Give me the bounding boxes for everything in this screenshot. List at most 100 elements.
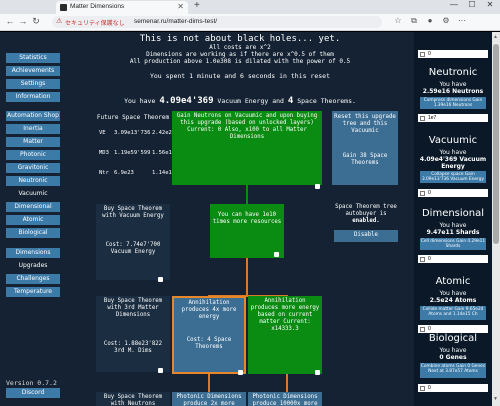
more-resources-upgrade[interactable]: You can have 1e10 times more resources [210,204,284,258]
new-tab-icon[interactable]: + [194,0,200,11]
have-suffix: Space Theorems. [297,97,356,105]
collide-matter-button[interactable]: Collide matter Gain 9.65e24 Atoms and 1.… [420,306,486,320]
neutronic-autobuy-input[interactable]: 1e7 [418,114,488,122]
compress-dimensions-button[interactable]: Compress dimensions Gain 1.39e16 Neutron… [420,97,486,109]
more-icon[interactable]: ⋯ [456,16,468,25]
vacuumic-button[interactable]: Vacuumic [6,189,60,199]
dimensional-button[interactable]: Dimensional [6,202,60,212]
atomic-autobuy-checkbox[interactable] [420,326,425,332]
neutronic-button[interactable]: Neutronic [6,176,60,186]
buy-theorem-md3[interactable]: Buy Space Theorem with 3rd Matter Dimens… [96,296,170,372]
buy-md3-cost: Cost: 1.88e23'822 3rd M. Dims [103,341,163,354]
matter-button[interactable]: Matter [6,137,60,147]
window-close-icon[interactable]: ✕ [482,0,498,9]
table-row: MD3 1.19e59'599 1.56e1... [96,147,182,165]
browser-tab[interactable]: Matter Dimensions ✕ [56,1,188,14]
tab-close-icon[interactable]: ✕ [177,2,184,11]
dimensional-amount: 9.47e11 Shards [426,229,480,236]
url-text: semenar.ru/matter-dims-test/ [134,18,218,25]
buy-theorem-vacuum-energy[interactable]: Buy Space Theorem with Vacuum Energy Cos… [96,204,170,280]
left-sidebar: Statistics Achievements Settings Informa… [0,32,66,406]
information-button[interactable]: Information [6,92,60,102]
atomic-autobuy-input[interactable]: 0 [418,325,488,333]
dimensional-autobuy-checkbox[interactable] [420,256,425,262]
url-field[interactable]: ⚠ セキュリティ保護なし semenar.ru/matter-dims-test… [52,16,382,28]
annihilation-4x-checkbox[interactable] [238,370,243,375]
autobuyer-status: Space Theorem tree autobuyer is enabled. [330,202,402,226]
achievements-button[interactable]: Achievements [6,66,60,76]
dimensional-autobuy-input[interactable]: 0 [418,255,488,263]
annihilation-current-upgrade[interactable]: Annihilation produces more energy based … [248,296,322,374]
vacuumic-autobuy-value: 0 [428,190,431,196]
collections-icon[interactable]: ⧉ [408,16,420,26]
dimensions-button[interactable]: Dimensions [6,248,60,258]
favorites-icon[interactable]: ☆ [392,16,404,25]
settings-button[interactable]: Settings [6,79,60,89]
table-row: VE 3.09e13'736 2.42e2... [96,127,182,145]
reload-icon[interactable]: ↻ [30,16,42,27]
gain-neutrons-checkbox[interactable] [315,184,320,189]
photonic-button[interactable]: Photonic [6,150,60,160]
more-resources-checkbox[interactable] [274,252,279,257]
neutronic-autobuy-checkbox[interactable] [420,115,425,121]
scroll-down-icon[interactable]: ▼ [493,396,498,402]
vacuumic-autobuy-input[interactable]: 0 [418,189,488,197]
automation-shop-button[interactable]: Automation Shop [6,111,60,121]
disable-autobuyer-button[interactable]: Disable [334,230,398,242]
table-row: Ntr 6.9e23 1.14e1... [96,167,182,185]
atomic-amount: 2.5e24 Atoms [429,297,477,304]
buy-vacuum-checkbox[interactable] [158,277,163,282]
vacuumic-autobuy-checkbox[interactable] [420,190,425,196]
upgrades-button[interactable]: Upgrades [6,261,60,271]
page-scrollbar[interactable]: ▲ ▼ [492,32,500,406]
statistics-button[interactable]: Statistics [6,53,60,63]
biological-button[interactable]: Biological [6,228,60,238]
dimensional-title: Dimensional [421,208,485,219]
reset-tree-upgrade[interactable]: Reset this upgrade tree and this Vacuumi… [332,111,398,185]
atomic-autobuy-value: 0 [428,326,431,332]
buy-theorem-neutrons[interactable]: Buy Space Theorem with Neutrons [96,392,170,406]
neutronic-title: Neutronic [428,67,478,78]
vacuumic-amount: 4.09e4'369 Vacuum Energy [419,156,487,170]
biological-autobuy-checkbox[interactable] [420,385,425,391]
maximize-icon[interactable]: ☐ [464,0,480,9]
atomic-have: You have [439,290,467,297]
photonic-10000x-upgrade[interactable]: Photonic Dimensions produce 10000x more [248,392,322,406]
profile-icon[interactable]: ● [424,16,436,25]
browser-tab-bar: Matter Dimensions ✕ + — ☐ ✕ [0,0,500,14]
annihilation-4x-cost: Cost: 4 Space Theorems [186,337,232,350]
scroll-thumb[interactable] [493,44,499,244]
autobuyer-text: Space Theorem tree autobuyer is [335,204,397,217]
annihilation-current-checkbox[interactable] [315,370,320,375]
temperature-button[interactable]: Temperature [6,287,60,297]
minimize-icon[interactable]: — [446,0,462,9]
top-autobuy-input[interactable]: 0 [418,50,488,58]
collapse-space-button[interactable]: Collapse space Gain 3.09e13'736 Vacuum E… [420,171,486,183]
vacuumic-title: Vacuumic [428,135,478,146]
biological-autobuy-value: 0 [428,385,431,391]
atomic-title: Atomic [435,276,471,287]
inertia-button[interactable]: Inertia [6,124,60,134]
gain-neutrons-upgrade[interactable]: Gain Neutrons on Vacuumic and upon buyin… [172,111,322,185]
have-prefix: You have [124,97,156,105]
challenge-effect-2: Dimensions are working as if there are x… [146,51,334,58]
autobuyer-state: enabled. [352,218,380,224]
extensions-icon[interactable]: ⚙ [440,16,452,25]
back-icon[interactable]: ← [4,16,16,26]
combine-atoms-button[interactable]: Combine atoms Gain 0 Genes Next at 3.87e… [420,363,486,378]
top-autobuy-checkbox[interactable] [420,51,425,57]
future-theorem-title: Future Space Theorem [96,114,170,121]
discord-button[interactable]: Discord [6,388,60,398]
row-value: 1.19e59'599 [114,150,151,156]
challenges-button[interactable]: Challenges [6,274,60,284]
annihilation-4x-upgrade[interactable]: Annihilation produces 4x more energy Cos… [172,296,246,374]
gravitonic-button[interactable]: Gravitonic [6,163,60,173]
photonic-2x-upgrade[interactable]: Photonic Dimensions produce 2x more [172,392,246,406]
cell-dimensions-button[interactable]: Cell dimensions Gain 4.29e11 Shards [420,238,486,250]
biological-autobuy-input[interactable]: 0 [418,384,488,392]
scroll-up-icon[interactable]: ▲ [493,34,498,40]
atomic-button[interactable]: Atomic [6,215,60,225]
buy-md3-checkbox[interactable] [158,368,163,373]
forward-icon[interactable]: → [17,16,29,26]
reset-time-text: You spent 1 minute and 6 seconds in this… [149,72,330,80]
